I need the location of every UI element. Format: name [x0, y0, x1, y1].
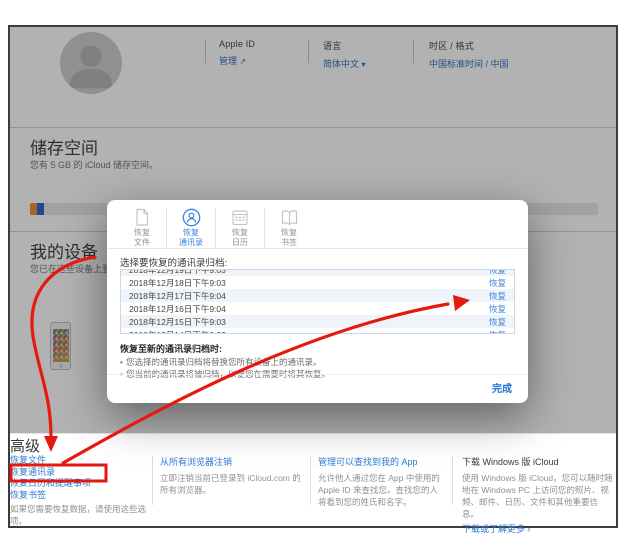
archive-row: 2018年12月14日下午9:03 恢复	[121, 328, 514, 334]
restore-link[interactable]: 恢复文件	[10, 455, 150, 467]
archive-date: 2018年12月16日下午9:04	[129, 303, 226, 314]
restore-row-link[interactable]: 恢复	[489, 277, 506, 289]
tab-divider	[264, 208, 265, 248]
windows-icloud-title: 下载 Windows 版 iCloud	[462, 457, 559, 467]
archive-list-inner: 2018年12月19日下午9:03 恢复 2018年12月18日下午9:03 恢…	[121, 269, 514, 334]
advanced-signout-column: 从所有浏览器注销 立即注销当前已登录到 iCloud.com 的所有浏览器。	[160, 455, 302, 496]
contacts-icon	[182, 208, 200, 227]
icloud-settings-page: Apple ID 管理 ↗ 语言 简体中文 ▾ 时区 / 格式 中国标准时间 /…	[0, 0, 628, 534]
column-divider	[310, 456, 311, 505]
done-button[interactable]: 完成	[492, 380, 512, 395]
archive-row: 2018年12月17日下午9:04 恢复	[121, 289, 514, 302]
advanced-section-title: 高级	[10, 438, 41, 455]
modal-divider	[107, 248, 528, 249]
advanced-windows-column: 下载 Windows 版 iCloud 使用 Windows 版 iCloud，…	[462, 455, 614, 534]
restore-link[interactable]: 恢复书签	[10, 490, 150, 502]
restore-link[interactable]: 恢复日历和提醒事项	[10, 478, 150, 490]
restore-row-link[interactable]: 恢复	[489, 316, 506, 328]
archive-date: 2018年12月19日下午9:03	[129, 269, 226, 275]
restore-row-link[interactable]: 恢复	[489, 270, 506, 276]
restore-row-link[interactable]: 恢复	[489, 329, 506, 334]
file-icon	[136, 208, 149, 226]
book-icon	[281, 210, 297, 225]
restore-links-list: 恢复文件 恢复通讯录 恢复日历和提醒事项 恢复书签	[10, 455, 150, 501]
note-bullet: • 您选择的通讯录归档将替换您所有设备上的通讯录。	[120, 356, 322, 367]
archive-row: 2018年12月18日下午9:03 恢复	[121, 276, 514, 289]
archive-date: 2018年12月15日下午9:03	[129, 316, 226, 327]
restore-tabs: 恢复 文件 恢复 通讯录 恢复 日历 恢复 书签	[119, 206, 312, 248]
tab-restore-bookmarks[interactable]: 恢复 书签	[266, 206, 312, 247]
modal-footer-divider	[107, 374, 528, 375]
archive-prompt: 选择要恢复的通讯录归档:	[120, 258, 228, 269]
restore-note: 如果您需要恢复数据，请使用这些选项。	[10, 504, 147, 526]
tab-restore-contacts[interactable]: 恢复 通讯录	[168, 206, 214, 247]
archive-date: 2018年12月14日下午9:03	[129, 329, 226, 334]
advanced-restore-column: 恢复文件 恢复通讯录 恢复日历和提醒事项 恢复书签 如果您需要恢复数据，请使用这些选项…	[10, 455, 150, 527]
restore-contacts-dialog: 恢复 文件 恢复 通讯录 恢复 日历 恢复 书签 选择要恢复的通讯录归档: 20…	[107, 200, 528, 403]
archive-list[interactable]: 2018年12月19日下午9:03 恢复 2018年12月18日下午9:03 恢…	[120, 269, 515, 334]
restore-row-link[interactable]: 恢复	[489, 290, 506, 302]
archive-date: 2018年12月17日下午9:04	[129, 290, 226, 301]
restore-row-link[interactable]: 恢复	[489, 303, 506, 315]
findmy-description: 允许他人通过您在 App 中使用的 Apple ID 来查找您。查找您的人将看到…	[318, 473, 440, 507]
windows-icloud-description: 使用 Windows 版 iCloud，您可以随时随地在 Windows PC …	[462, 473, 613, 519]
calendar-icon	[232, 210, 248, 226]
signout-description: 立即注销当前已登录到 iCloud.com 的所有浏览器。	[160, 473, 301, 495]
tab-divider	[215, 208, 216, 248]
note-title: 恢复至新的通讯录归档时:	[120, 344, 222, 354]
tab-divider	[166, 208, 167, 248]
note-bullets: •您选择的通讯录归档将替换您所有设备上的通讯录。•您当前的通讯录将被归档，以便您…	[120, 356, 330, 380]
tab-restore-calendars[interactable]: 恢复 日历	[217, 206, 263, 247]
column-divider	[452, 456, 453, 505]
advanced-findmy-column: 管理可以查找到我的 App 允许他人通过您在 App 中使用的 Apple ID…	[318, 455, 446, 508]
bullet-icon: •	[120, 356, 123, 367]
tab-restore-files[interactable]: 恢复 文件	[119, 206, 165, 247]
column-divider	[152, 456, 153, 505]
archive-row: 2018年12月19日下午9:03 恢复	[121, 269, 514, 276]
section-divider	[10, 433, 616, 434]
signout-all-browsers-link[interactable]: 从所有浏览器注销	[160, 455, 302, 468]
archive-row: 2018年12月15日下午9:03 恢复	[121, 315, 514, 328]
download-learn-more-link[interactable]: 下载或了解更多 ›	[462, 522, 614, 534]
archive-date: 2018年12月18日下午9:03	[129, 277, 226, 288]
archive-row: 2018年12月16日下午9:04 恢复	[121, 302, 514, 315]
restore-link[interactable]: 恢复通讯录	[10, 467, 150, 479]
manage-findmy-apps-link[interactable]: 管理可以查找到我的 App	[318, 455, 446, 468]
